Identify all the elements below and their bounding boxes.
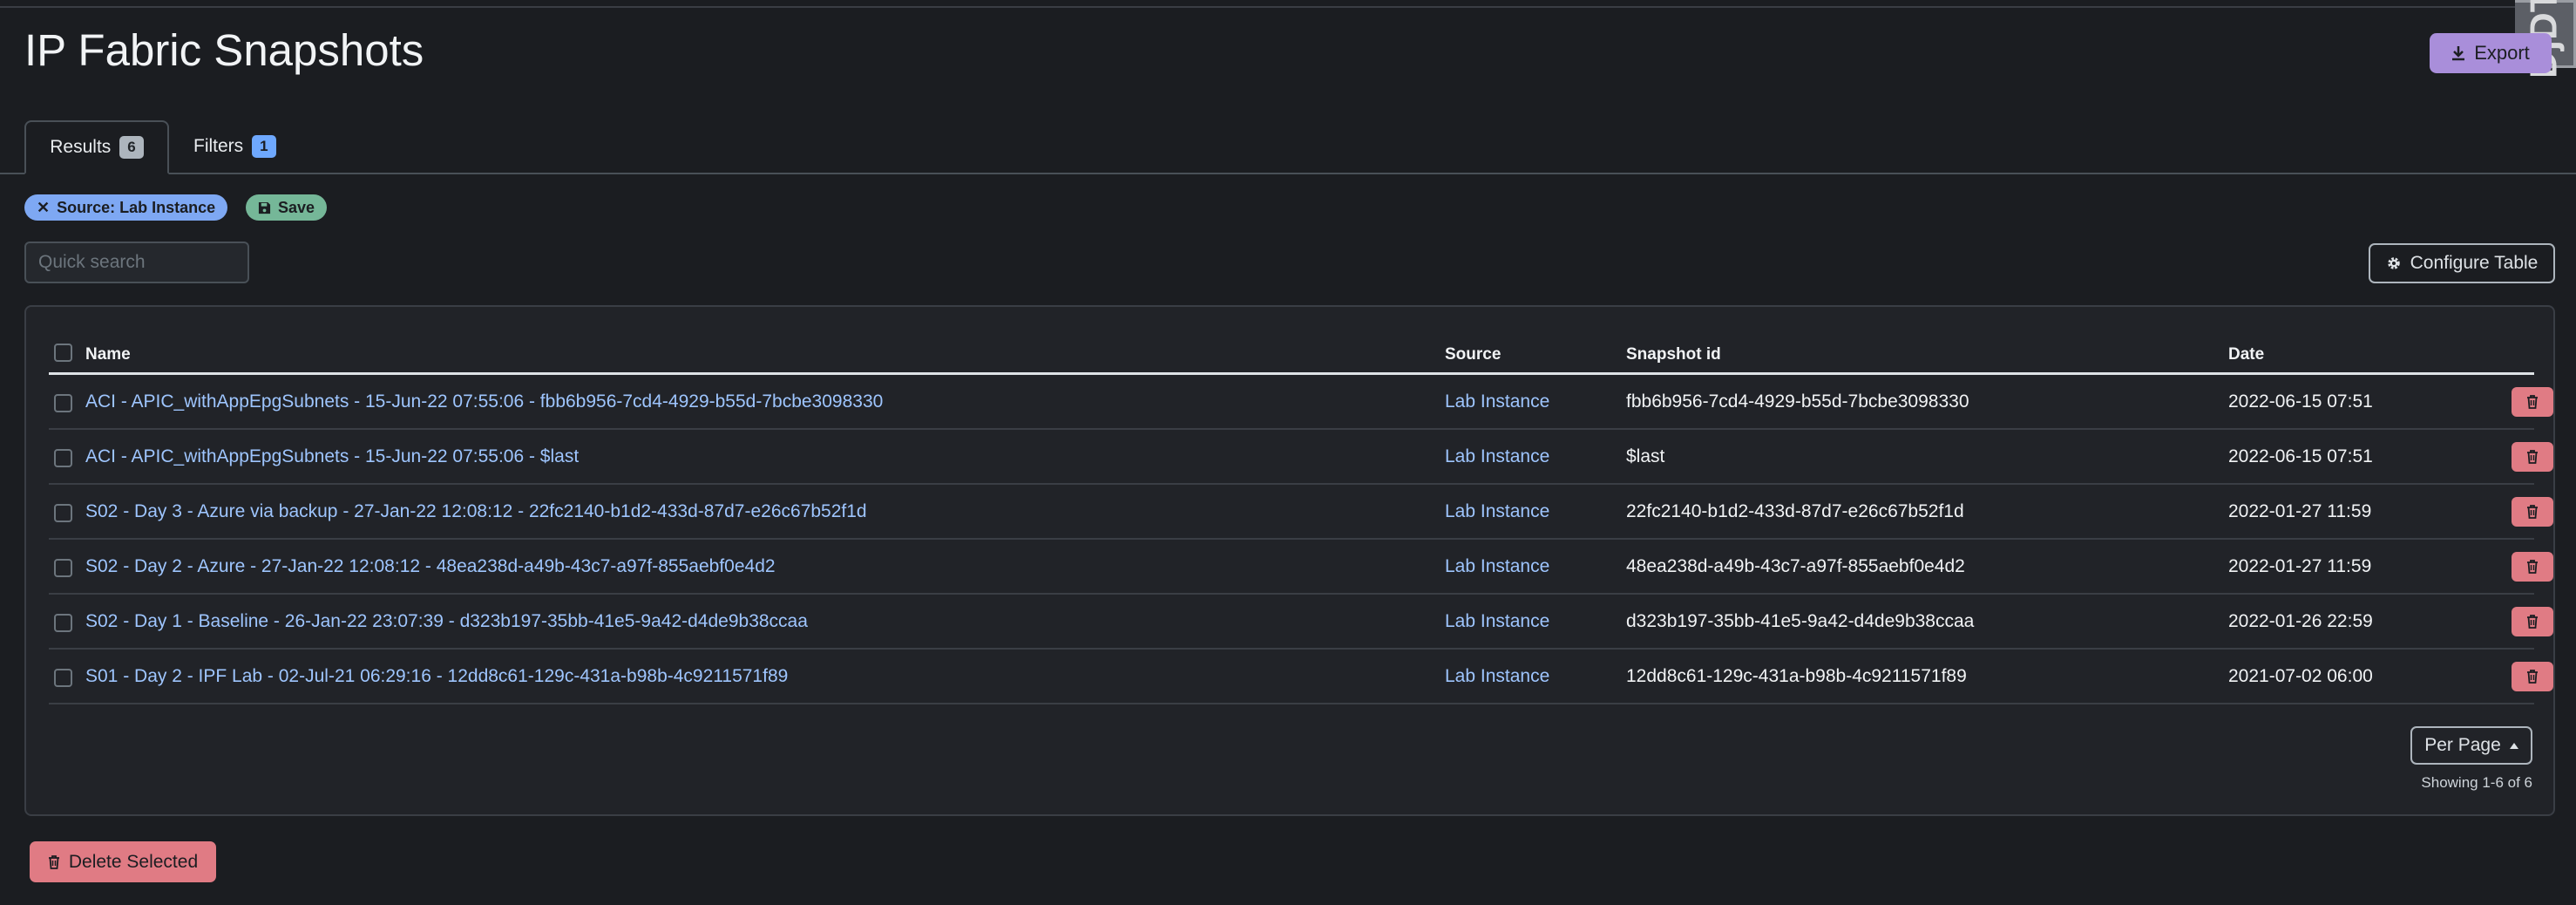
row-checkbox[interactable] — [54, 559, 72, 577]
snapshot-name-link[interactable]: S01 - Day 2 - IPF Lab - 02-Jul-21 06:29:… — [85, 666, 788, 687]
select-all-checkbox[interactable] — [54, 344, 72, 362]
trash-icon — [48, 854, 59, 869]
export-label: Export — [2474, 42, 2530, 64]
snapshot-name-link[interactable]: S02 - Day 2 - Azure - 27-Jan-22 12:08:12… — [85, 556, 776, 577]
table-header: Name Source Snapshot id Date — [49, 307, 2534, 375]
save-filter-button[interactable]: Save — [246, 194, 328, 221]
snapshot-id: $last — [1626, 446, 1665, 466]
snapshot-name-link[interactable]: S02 - Day 1 - Baseline - 26-Jan-22 23:07… — [85, 611, 808, 632]
snapshot-id: 22fc2140-b1d2-433d-87d7-e26c67b52f1d — [1626, 501, 1964, 521]
source-link[interactable]: Lab Instance — [1445, 666, 1549, 687]
table-row: ACI - APIC_withAppEpgSubnets - 15-Jun-22… — [49, 375, 2553, 430]
snapshot-id: 48ea238d-a49b-43c7-a97f-855aebf0e4d2 — [1626, 556, 1965, 576]
column-header-date[interactable]: Date — [2228, 345, 2264, 364]
caret-up-icon — [2509, 742, 2518, 749]
delete-row-button[interactable] — [2512, 662, 2553, 691]
trash-icon — [2527, 560, 2538, 574]
column-header-source[interactable]: Source — [1445, 345, 1501, 364]
snapshot-date: 2022-01-27 11:59 — [2228, 556, 2372, 576]
source-link[interactable]: Lab Instance — [1445, 446, 1549, 467]
tab-bar: Results 6 Filters 1 — [0, 120, 2576, 174]
snapshot-date: 2021-07-02 06:00 — [2228, 666, 2373, 686]
delete-row-button[interactable] — [2512, 552, 2553, 582]
snapshot-name-link[interactable]: ACI - APIC_withAppEpgSubnets - 15-Jun-22… — [85, 446, 579, 467]
row-checkbox[interactable] — [54, 449, 72, 467]
results-count-badge: 6 — [119, 136, 144, 159]
tab-filters[interactable]: Filters 1 — [193, 120, 276, 173]
table-row: S02 - Day 3 - Azure via backup - 27-Jan-… — [49, 485, 2553, 540]
filter-chip-source[interactable]: ✕ Source: Lab Instance — [24, 194, 228, 221]
configure-table-label: Configure Table — [2410, 253, 2539, 273]
table-row: S02 - Day 2 - Azure - 27-Jan-22 12:08:12… — [49, 540, 2553, 595]
export-button[interactable]: Export — [2430, 33, 2552, 73]
column-header-name[interactable]: Name — [85, 345, 131, 364]
row-checkbox[interactable] — [54, 504, 72, 522]
delete-selected-button[interactable]: Delete Selected — [30, 841, 216, 882]
delete-selected-label: Delete Selected — [68, 851, 199, 872]
row-checkbox[interactable] — [54, 669, 72, 687]
save-filter-label: Save — [278, 198, 315, 216]
tab-filters-label: Filters — [193, 136, 244, 156]
page-title: IP Fabric Snapshots — [24, 25, 424, 75]
snapshot-date: 2022-06-15 07:51 — [2228, 446, 2373, 466]
column-header-snapshot-id[interactable]: Snapshot id — [1626, 345, 1721, 364]
download-icon — [2452, 46, 2465, 61]
table-row: ACI - APIC_withAppEpgSubnets - 15-Jun-22… — [49, 430, 2553, 485]
delete-row-button[interactable] — [2512, 607, 2553, 636]
trash-icon — [2527, 670, 2538, 684]
snapshot-name-link[interactable]: S02 - Day 3 - Azure via backup - 27-Jan-… — [85, 501, 867, 522]
snapshot-id: d323b197-35bb-41e5-9a42-d4de9b38ccaa — [1626, 611, 1975, 631]
tab-results-label: Results — [50, 137, 112, 157]
filters-count-badge: 1 — [252, 135, 276, 158]
snapshot-date: 2022-01-26 22:59 — [2228, 611, 2373, 631]
floppy-disk-icon — [258, 201, 271, 214]
row-checkbox[interactable] — [54, 614, 72, 632]
trash-icon — [2527, 450, 2538, 464]
trash-icon — [2527, 615, 2538, 629]
top-border — [0, 0, 2576, 8]
snapshot-date: 2022-06-15 07:51 — [2228, 391, 2373, 412]
delete-row-button[interactable] — [2512, 442, 2553, 472]
delete-row-button[interactable] — [2512, 497, 2553, 527]
close-icon[interactable]: ✕ — [37, 199, 50, 217]
quick-search-input[interactable] — [24, 242, 249, 283]
snapshot-id: 12dd8c61-129c-431a-b98b-4c9211571f89 — [1626, 666, 1967, 686]
pagination-summary: Showing 1-6 of 6 — [2421, 774, 2532, 791]
results-card: Name Source Snapshot id Date ACI - APIC_… — [24, 305, 2555, 816]
trash-icon — [2527, 395, 2538, 409]
table-row: S01 - Day 2 - IPF Lab - 02-Jul-21 06:29:… — [49, 650, 2553, 704]
source-link[interactable]: Lab Instance — [1445, 391, 1549, 412]
delete-row-button[interactable] — [2512, 387, 2553, 417]
trash-icon — [2527, 505, 2538, 519]
filter-chip-label: Source: Lab Instance — [57, 198, 216, 216]
per-page-label: Per Page — [2424, 735, 2501, 755]
gear-icon — [2387, 257, 2400, 269]
snapshot-id: fbb6b956-7cd4-4929-b55d-7bcbe3098330 — [1626, 391, 1969, 412]
source-link[interactable]: Lab Instance — [1445, 501, 1549, 522]
snapshot-name-link[interactable]: ACI - APIC_withAppEpgSubnets - 15-Jun-22… — [85, 391, 883, 412]
tab-results[interactable]: Results 6 — [24, 120, 169, 174]
row-checkbox[interactable] — [54, 394, 72, 412]
configure-table-button[interactable]: Configure Table — [2369, 243, 2555, 283]
snapshot-date: 2022-01-27 11:59 — [2228, 501, 2372, 521]
table-row: S02 - Day 1 - Baseline - 26-Jan-22 23:07… — [49, 595, 2553, 650]
source-link[interactable]: Lab Instance — [1445, 556, 1549, 577]
per-page-dropdown[interactable]: Per Page — [2410, 726, 2532, 765]
source-link[interactable]: Lab Instance — [1445, 611, 1549, 632]
